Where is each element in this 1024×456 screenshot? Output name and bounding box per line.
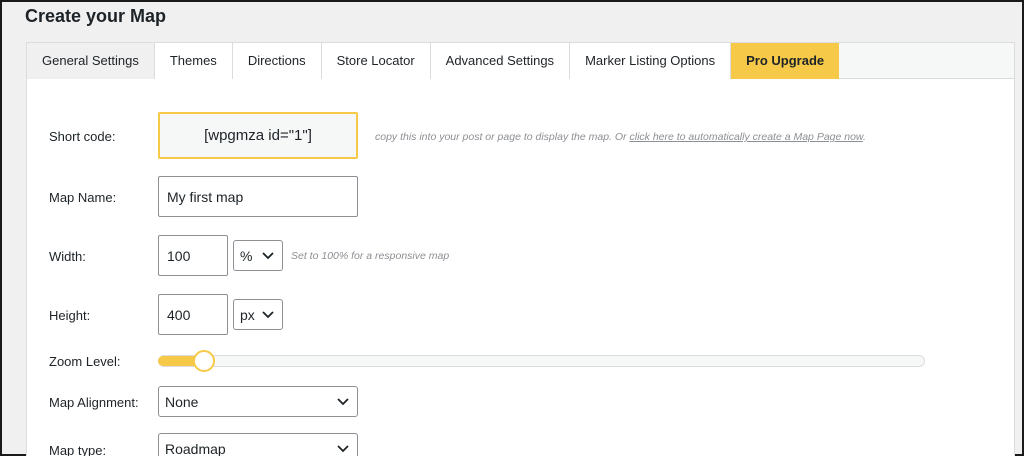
zoom-slider-handle[interactable] (192, 350, 215, 372)
width-unit-value: % (240, 247, 253, 264)
zoom-slider-track[interactable] (158, 355, 925, 367)
tab-advanced-settings[interactable]: Advanced Settings (430, 43, 571, 79)
height-unit-select[interactable]: px (233, 299, 283, 330)
width-label: Width: (49, 249, 86, 264)
map-type-value: Roadmap (165, 440, 226, 456)
height-input[interactable]: 400 (158, 294, 228, 335)
chevron-down-icon (337, 397, 349, 405)
chevron-down-icon (337, 444, 349, 452)
map-alignment-label: Map Alignment: (49, 395, 139, 410)
tab-store-locator[interactable]: Store Locator (321, 43, 431, 79)
zoom-level-label: Zoom Level: (49, 354, 121, 369)
chevron-down-icon (262, 251, 274, 259)
width-unit-select[interactable]: % (233, 240, 283, 271)
shortcode-label: Short code: (49, 129, 116, 144)
shortcode-hint-text: copy this into your post or page to disp… (375, 131, 627, 143)
map-alignment-value: None (165, 393, 199, 410)
chevron-down-icon (262, 310, 274, 318)
create-map-page-link[interactable]: click here to automatically create a Map… (629, 131, 862, 143)
settings-panel: General Settings Themes Directions Store… (26, 42, 1015, 456)
map-name-input[interactable]: My first map (158, 176, 358, 217)
tab-themes[interactable]: Themes (154, 43, 233, 79)
width-hint: Set to 100% for a responsive map (291, 250, 450, 262)
tab-marker-listing-options[interactable]: Marker Listing Options (570, 43, 732, 79)
map-name-label: Map Name: (49, 190, 117, 205)
shortcode-field[interactable]: [wpgmza id="1"] (158, 112, 358, 159)
map-type-select[interactable]: Roadmap (158, 433, 358, 456)
map-type-label: Map type: (49, 443, 107, 456)
page-title: Create your Map (25, 6, 167, 26)
height-label: Height: (49, 308, 91, 323)
shortcode-hint-suffix: . (862, 131, 866, 143)
tab-bar: General Settings Themes Directions Store… (27, 43, 1014, 79)
tab-general-settings[interactable]: General Settings (27, 43, 155, 79)
shortcode-hint: copy this into your post or page to disp… (375, 131, 866, 143)
width-input[interactable]: 100 (158, 235, 228, 276)
tab-pro-upgrade[interactable]: Pro Upgrade (731, 43, 840, 79)
tab-directions[interactable]: Directions (232, 43, 322, 79)
height-unit-value: px (240, 306, 255, 323)
map-alignment-select[interactable]: None (158, 386, 358, 417)
